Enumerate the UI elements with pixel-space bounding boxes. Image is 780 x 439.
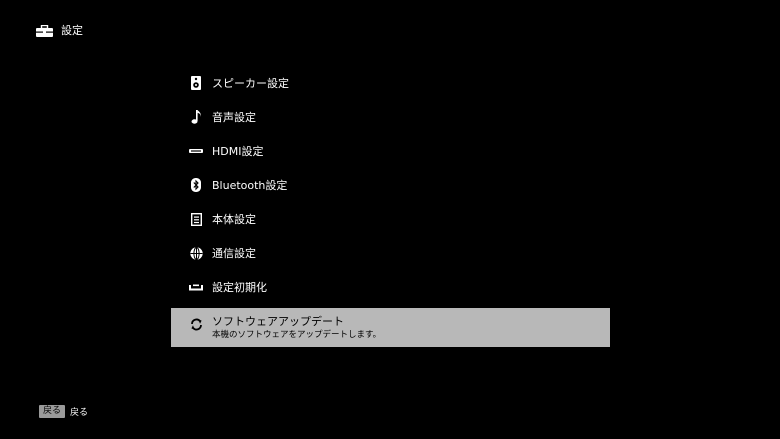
- menu-item-hdmi-settings[interactable]: HDMI設定: [171, 134, 610, 168]
- menu-item-label: ソフトウェアアップデート: [212, 315, 344, 328]
- header: 設定: [36, 22, 83, 40]
- speaker-icon: [189, 76, 203, 90]
- menu-item-reset-settings[interactable]: 設定初期化: [171, 270, 610, 304]
- menu-item-software-update[interactable]: ソフトウェアアップデート 本機のソフトウェアをアップデートします。: [171, 308, 610, 347]
- settings-screen: 設定 スピーカー設定 音声設定 HDMI設定 Bluetooth設定 本体設定 …: [0, 0, 780, 439]
- menu-item-label: 本体設定: [212, 213, 256, 226]
- update-icon: [189, 317, 203, 331]
- menu-item-label: HDMI設定: [212, 145, 264, 158]
- menu-item-speaker-settings[interactable]: スピーカー設定: [171, 66, 610, 100]
- menu-item-label: スピーカー設定: [212, 77, 289, 90]
- menu-item-sound-settings[interactable]: 音声設定: [171, 100, 610, 134]
- footer: 戻る 戻る: [39, 405, 88, 418]
- back-label: 戻る: [70, 408, 89, 418]
- bluetooth-icon: [189, 178, 203, 192]
- menu-item-network-settings[interactable]: 通信設定: [171, 236, 610, 270]
- music-note-icon: [189, 110, 203, 124]
- page-title: 設定: [61, 24, 83, 37]
- menu-item-label: 設定初期化: [212, 281, 267, 294]
- selected-item-text: ソフトウェアアップデート 本機のソフトウェアをアップデートします。: [212, 315, 381, 341]
- menu-item-description: 本機のソフトウェアをアップデートします。: [212, 330, 382, 340]
- back-key-badge[interactable]: 戻る: [39, 405, 66, 418]
- menu-item-label: 音声設定: [212, 111, 256, 124]
- settings-menu: スピーカー設定 音声設定 HDMI設定 Bluetooth設定 本体設定 通信設…: [171, 66, 610, 347]
- device-icon: [189, 212, 203, 226]
- menu-item-label: Bluetooth設定: [212, 179, 288, 192]
- menu-item-label: 通信設定: [212, 247, 256, 260]
- reset-icon: [189, 280, 203, 294]
- hdmi-icon: [189, 144, 203, 158]
- toolbox-icon: [36, 25, 53, 37]
- menu-item-device-settings[interactable]: 本体設定: [171, 202, 610, 236]
- menu-item-bluetooth-settings[interactable]: Bluetooth設定: [171, 168, 610, 202]
- globe-icon: [189, 246, 203, 260]
